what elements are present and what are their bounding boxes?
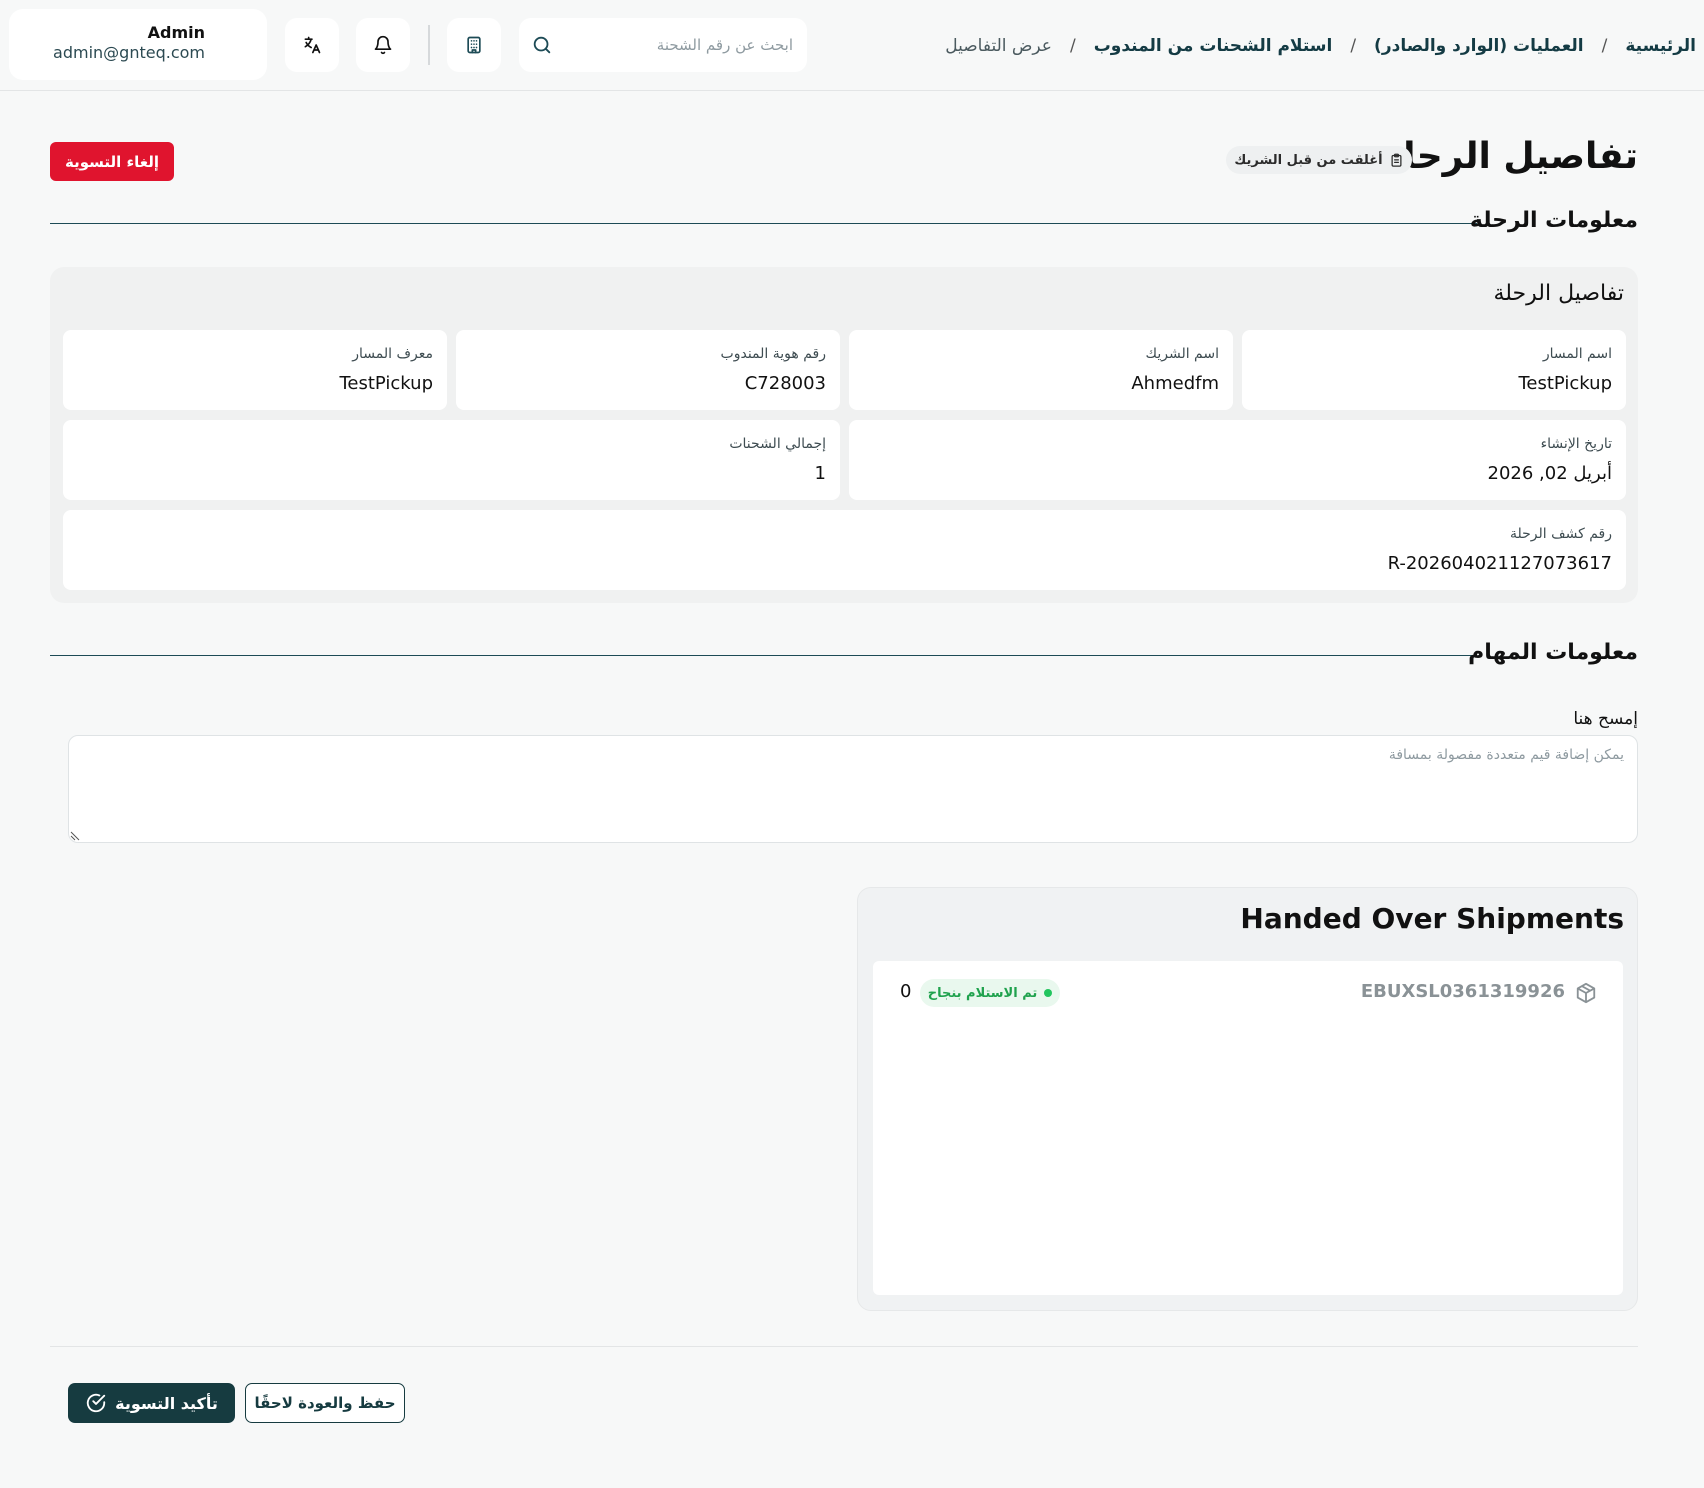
field-label: رقم كشف الرحلة [1510, 526, 1612, 542]
trip-info-heading: معلومات الرحلة [50, 208, 1638, 238]
translate-icon [304, 36, 321, 54]
field-partner-name: اسم الشريك Ahmedfm [849, 330, 1233, 410]
tasks-info-title: معلومات المهام [1468, 640, 1638, 665]
trip-details-title: تفاصيل الرحلة [1493, 281, 1624, 306]
translate-button[interactable] [285, 18, 339, 72]
field-route-name: اسم المسار TestPickup [1242, 330, 1626, 410]
notifications-button[interactable] [356, 18, 410, 72]
shipment-id: EBUXSL0361319926 [1360, 981, 1565, 1002]
field-created-at: تاريخ الإنشاء أبريل 02, 2026 [849, 420, 1626, 500]
field-label: معرف المسار [352, 346, 433, 362]
field-label: إجمالي الشحنات [729, 436, 826, 452]
breadcrumb-separator: / [1069, 36, 1076, 56]
field-value: Ahmedfm [1131, 373, 1219, 394]
confirm-settlement-button[interactable]: تأكيد التسوية [68, 1383, 235, 1423]
package-icon [1576, 982, 1596, 1004]
status-badge: تم الاستلام بنجاح [920, 979, 1060, 1007]
page-title: تفاصيل الرحلة [1380, 136, 1638, 177]
field-value: TestPickup [1518, 373, 1612, 394]
scan-label: إمسح هنا [1573, 709, 1638, 729]
user-email: admin@gnteq.com [53, 43, 205, 62]
field-manifest-number: رقم كشف الرحلة R-202604021127073617 [63, 510, 1626, 590]
field-value: C728003 [744, 373, 826, 394]
top-bar: Admin admin@gnteq.com الرئيسية / العمليا… [0, 0, 1704, 91]
field-route-id: معرف المسار TestPickup [63, 330, 447, 410]
field-value: 1 [814, 463, 826, 484]
status-badge-label: أغلقت من قبل الشريك [1234, 152, 1383, 168]
shipment-row[interactable]: EBUXSL0361319926 تم الاستلام بنجاح 0 [873, 977, 1623, 1007]
section-divider [50, 655, 1474, 656]
clipboard-icon [1391, 153, 1402, 167]
trip-info-title: معلومات الرحلة [1469, 208, 1638, 233]
user-card[interactable]: Admin admin@gnteq.com [9, 9, 267, 80]
search-box [519, 18, 807, 72]
scan-input[interactable] [68, 735, 1638, 843]
check-circle-icon [86, 1393, 106, 1413]
field-value: R-202604021127073617 [1387, 553, 1612, 574]
breadcrumb-separator: / [1601, 36, 1608, 56]
search-input[interactable] [563, 18, 799, 72]
confirm-settlement-label: تأكيد التسوية [115, 1393, 218, 1413]
resize-handle-icon[interactable] [69, 830, 81, 842]
bell-icon [374, 35, 392, 55]
status-badge-label: تم الاستلام بنجاح [927, 985, 1038, 1001]
handed-over-title: Handed Over Shipments [1240, 902, 1624, 935]
field-total-shipments: إجمالي الشحنات 1 [63, 420, 840, 500]
status-badge: أغلقت من قبل الشريك [1226, 146, 1412, 174]
breadcrumb: الرئيسية / العمليات (الوارد والصادر) / ا… [945, 32, 1696, 60]
field-label: رقم هوية المندوب [720, 346, 826, 362]
breadcrumb-current: عرض التفاصيل [945, 36, 1052, 56]
breadcrumb-receive[interactable]: استلام الشحنات من المندوب [1094, 36, 1333, 56]
breadcrumb-home[interactable]: الرئيسية [1625, 36, 1696, 56]
field-label: اسم الشريك [1145, 346, 1219, 362]
trip-details-panel: تفاصيل الرحلة اسم المسار TestPickup اسم … [50, 267, 1638, 603]
cancel-settlement-button[interactable]: إلغاء التسوية [50, 142, 174, 181]
status-dot-icon [1044, 989, 1053, 997]
section-divider [50, 223, 1477, 224]
field-value: TestPickup [339, 373, 433, 394]
tasks-info-heading: معلومات المهام [50, 640, 1638, 670]
field-driver-id: رقم هوية المندوب C728003 [456, 330, 840, 410]
footer-divider [50, 1346, 1638, 1347]
breadcrumb-operations[interactable]: العمليات (الوارد والصادر) [1374, 36, 1584, 56]
field-label: تاريخ الإنشاء [1540, 436, 1612, 452]
handed-over-list: EBUXSL0361319926 تم الاستلام بنجاح 0 [873, 961, 1623, 1295]
field-value: أبريل 02, 2026 [1487, 463, 1612, 484]
user-name: Admin [147, 23, 205, 42]
breadcrumb-separator: / [1350, 36, 1357, 56]
shipment-count: 0 [900, 981, 912, 1002]
field-label: اسم المسار [1542, 346, 1612, 362]
building-button[interactable] [447, 18, 501, 72]
building-icon [467, 36, 481, 54]
handed-over-panel: Handed Over Shipments EBUXSL0361319926 ت… [857, 887, 1638, 1311]
search-icon[interactable] [531, 34, 553, 56]
toolbar-divider [428, 25, 430, 65]
save-and-return-button[interactable]: حفظ والعودة لاحقًا [245, 1383, 405, 1423]
